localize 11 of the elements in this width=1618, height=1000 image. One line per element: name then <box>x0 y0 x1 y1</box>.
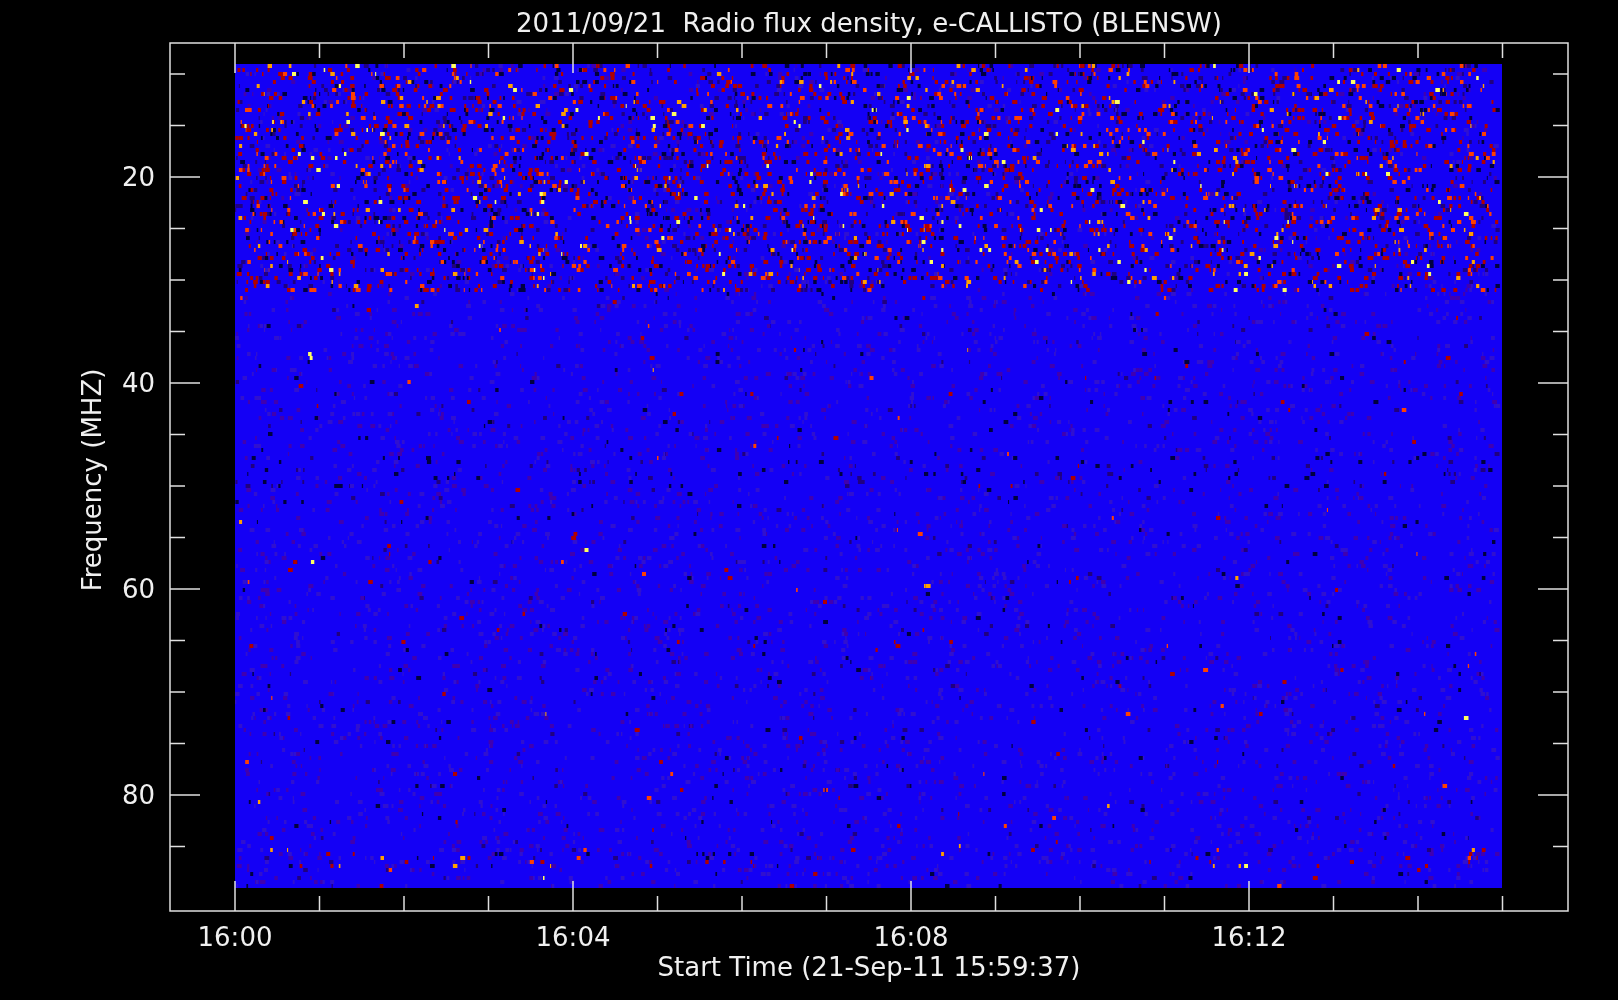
y-axis-tick-label: 80 <box>121 780 155 810</box>
x-axis-tick-label: 16:12 <box>1211 922 1287 952</box>
y-axis-title: Frequency (MHZ) <box>77 368 107 592</box>
y-axis-tick-label: 60 <box>121 574 155 604</box>
chart-title: 2011/09/21 Radio flux density, e-CALLISTO (BLENSW) <box>516 8 1222 38</box>
x-axis-tick-label: 16:08 <box>873 922 949 952</box>
y-axis-tick-label: 20 <box>121 162 155 192</box>
x-axis-tick-label: 16:04 <box>535 922 611 952</box>
y-axis-tick-label: 40 <box>121 368 155 398</box>
x-axis-title: Start Time (21-Sep-11 15:59:37) <box>657 952 1081 982</box>
x-axis-tick-label: 16:00 <box>197 922 273 952</box>
